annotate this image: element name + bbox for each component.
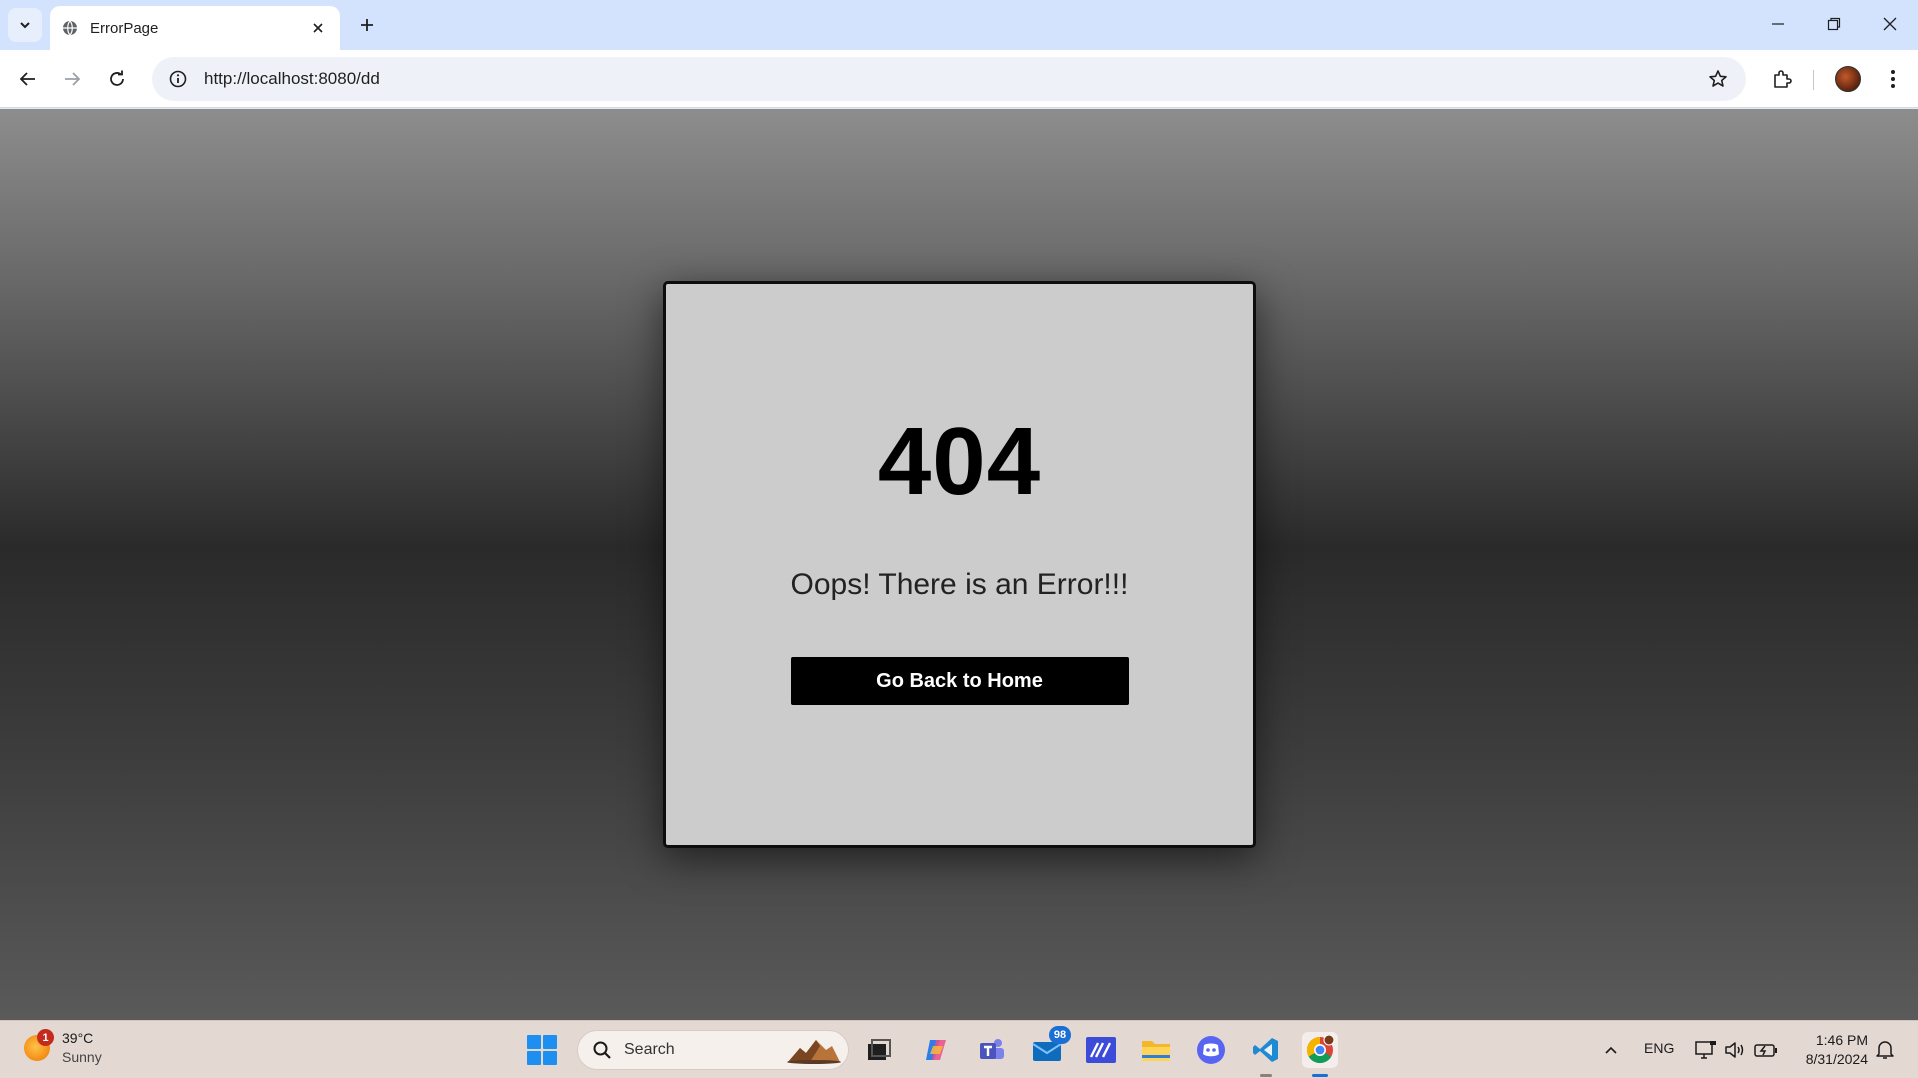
network-icon <box>1695 1041 1716 1059</box>
tab-title: ErrorPage <box>90 19 159 37</box>
notifications-button[interactable] <box>1872 1037 1898 1063</box>
clock-time: 1:46 PM <box>1815 1032 1868 1048</box>
taskbar-app-task-view[interactable] <box>861 1032 897 1068</box>
globe-icon <box>63 20 77 36</box>
plus-icon <box>361 19 373 31</box>
restore-icon <box>1827 17 1841 31</box>
forward-button[interactable] <box>54 61 90 97</box>
tab-errorpage[interactable]: ErrorPage <box>50 6 340 50</box>
taskbar-app-mail[interactable]: 98 <box>1029 1026 1071 1068</box>
taskbar-app-copilot[interactable] <box>918 1032 954 1068</box>
copilot-icon <box>926 1040 946 1060</box>
battery-button[interactable] <box>1753 1037 1779 1063</box>
go-home-button[interactable]: Go Back to Home <box>790 657 1129 705</box>
more-vert-icon <box>1891 70 1895 88</box>
arrow-right-icon <box>65 72 81 86</box>
taskbar-app-vscode[interactable] <box>1248 1032 1284 1077</box>
clock[interactable]: 1:46 PM 8/31/2024 <box>1780 1031 1868 1069</box>
back-button[interactable] <box>10 61 46 97</box>
volume-button[interactable] <box>1722 1037 1748 1063</box>
teams-icon <box>980 1039 1004 1059</box>
reload-icon <box>110 70 124 86</box>
address-bar[interactable]: http://localhost:8080/dd <box>152 57 1746 101</box>
volume-icon <box>1725 1042 1744 1058</box>
weather-condition: Sunny <box>62 1049 102 1065</box>
bell-icon <box>1876 1041 1894 1059</box>
weather-alert-badge: 1 <box>37 1029 54 1046</box>
taskbar-app-visual-studio[interactable] <box>1083 1032 1119 1068</box>
close-window-button[interactable] <box>1862 0 1918 48</box>
start-button[interactable] <box>527 1035 557 1065</box>
close-icon <box>1883 17 1897 31</box>
new-tab-button[interactable] <box>352 10 382 40</box>
extensions-button[interactable] <box>1764 61 1800 97</box>
folder-icon <box>1142 1041 1170 1061</box>
site-info-button[interactable] <box>158 59 198 99</box>
search-placeholder: Search <box>624 1041 675 1058</box>
url-text[interactable]: http://localhost:8080/dd <box>204 69 1698 89</box>
visual-studio-icon <box>1086 1037 1116 1063</box>
error-card: 404 Oops! There is an Error!!! Go Back t… <box>663 281 1256 848</box>
battery-icon <box>1754 1044 1777 1057</box>
browser-menu-button[interactable] <box>1875 61 1911 97</box>
app-active-indicator <box>1312 1074 1328 1077</box>
taskbar-app-discord[interactable] <box>1193 1032 1229 1068</box>
weather-text: 39°C Sunny <box>62 1029 102 1067</box>
close-icon <box>313 23 323 33</box>
taskbar: 1 39°C Sunny Search 98 ENG 1:46 PM 8/31/… <box>0 1020 1918 1078</box>
tab-strip: ErrorPage <box>0 0 1918 50</box>
task-view-icon <box>868 1039 891 1060</box>
taskbar-app-chrome[interactable] <box>1302 1032 1338 1077</box>
taskbar-search[interactable]: Search <box>577 1030 849 1070</box>
clock-date: 8/31/2024 <box>1805 1051 1868 1067</box>
restore-button[interactable] <box>1806 0 1862 48</box>
taskbar-app-file-explorer[interactable] <box>1138 1032 1174 1068</box>
weather-temperature: 39°C <box>62 1030 94 1046</box>
browser-toolbar: http://localhost:8080/dd <box>0 50 1918 108</box>
error-code: 404 <box>877 408 1042 515</box>
network-button[interactable] <box>1693 1037 1719 1063</box>
puzzle-icon <box>1774 70 1792 88</box>
tab-close-button[interactable] <box>308 18 328 38</box>
chrome-icon <box>1306 1035 1335 1064</box>
error-message: Oops! There is an Error!!! <box>790 568 1129 601</box>
reload-button[interactable] <box>99 61 135 97</box>
star-icon <box>1709 70 1727 87</box>
page-viewport: 404 Oops! There is an Error!!! Go Back t… <box>0 109 1918 1020</box>
avatar <box>1835 66 1861 92</box>
minimize-button[interactable] <box>1750 0 1806 48</box>
weather-widget[interactable]: 1 39°C Sunny <box>24 1029 102 1067</box>
profile-button[interactable] <box>1830 61 1866 97</box>
windows-logo-icon <box>527 1035 541 1049</box>
sun-icon: 1 <box>24 1029 54 1061</box>
search-icon <box>593 1041 611 1059</box>
chevron-down-icon <box>20 22 30 29</box>
mail-unread-badge: 98 <box>1049 1026 1071 1044</box>
arrow-left-icon <box>19 72 35 86</box>
app-running-indicator <box>1260 1074 1272 1077</box>
bookmark-button[interactable] <box>1698 59 1738 99</box>
show-hidden-icons-button[interactable] <box>1598 1037 1624 1063</box>
tab-search-button[interactable] <box>8 8 42 42</box>
vscode-icon <box>1253 1038 1278 1062</box>
taskbar-app-teams[interactable] <box>974 1032 1010 1068</box>
language-indicator[interactable]: ENG <box>1644 1040 1674 1056</box>
discord-icon <box>1197 1036 1225 1064</box>
info-icon <box>169 70 187 88</box>
minimize-icon <box>1772 23 1784 25</box>
search-highlight-icon <box>787 1040 841 1064</box>
toolbar-divider <box>1813 70 1814 90</box>
chevron-up-icon <box>1605 1046 1617 1054</box>
